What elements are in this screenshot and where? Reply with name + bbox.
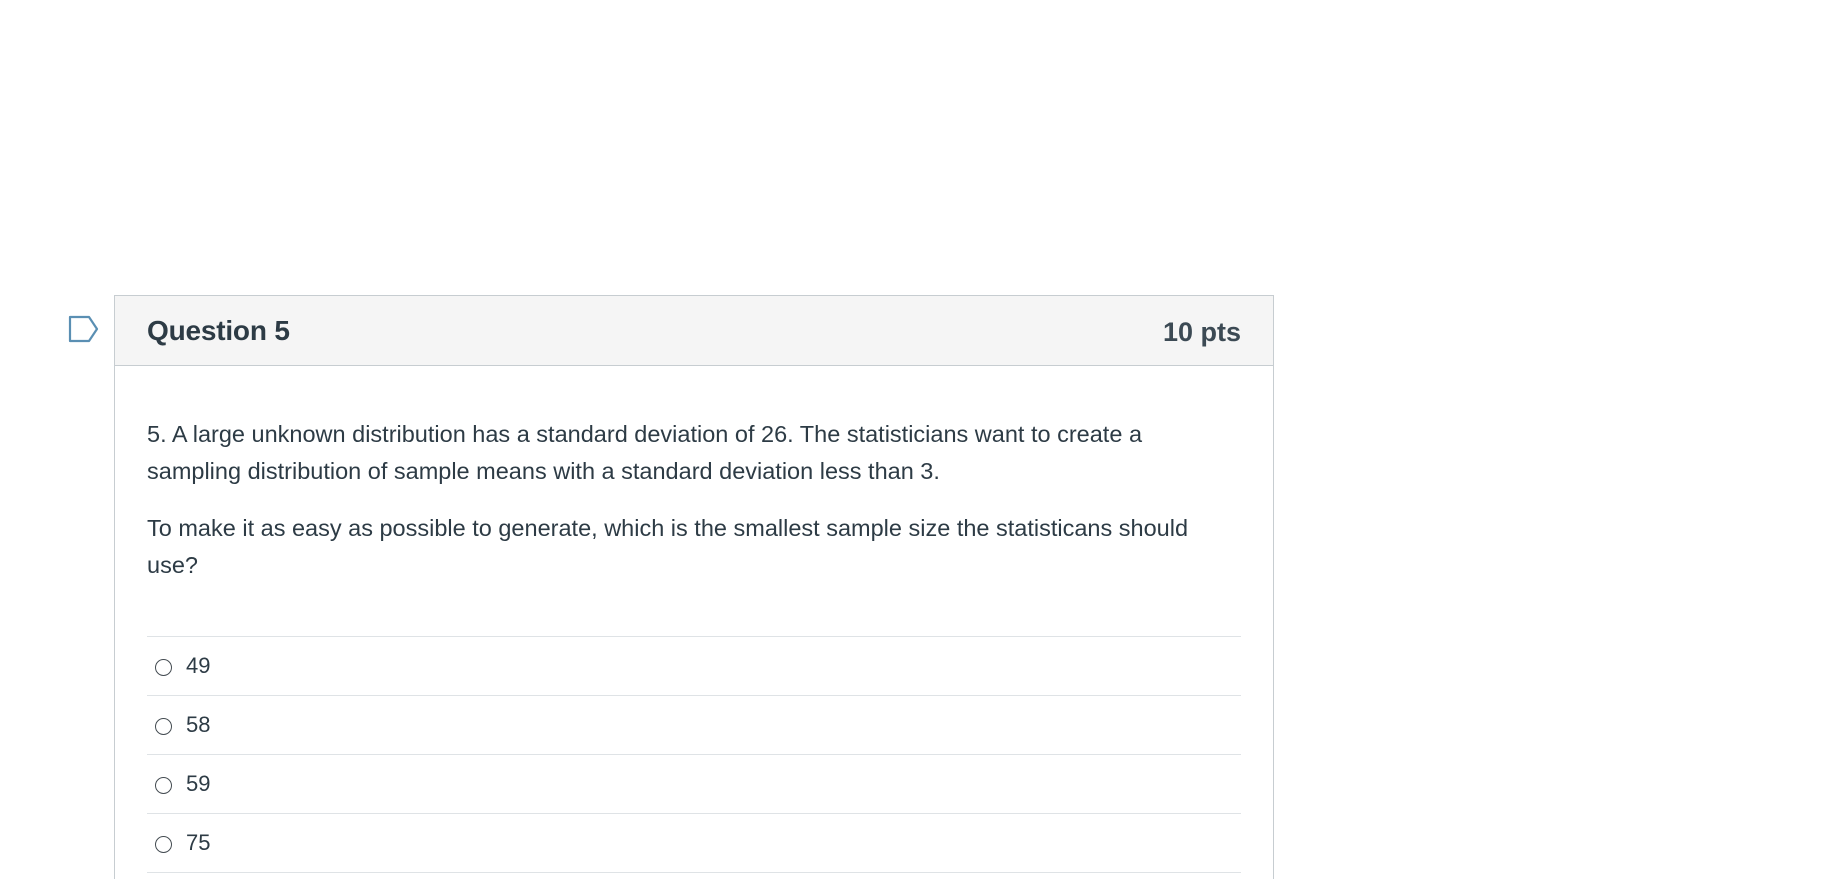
question-title: Question 5 bbox=[147, 314, 290, 346]
answer-label: 59 bbox=[186, 771, 211, 796]
answer-option[interactable]: 75 bbox=[147, 814, 1241, 873]
question-points: 10 pts bbox=[1162, 317, 1241, 347]
flag-question-icon[interactable] bbox=[68, 315, 100, 343]
answer-label: 49 bbox=[186, 653, 211, 678]
quiz-page: Question 5 10 pts 5. A large unknown dis… bbox=[0, 0, 1843, 879]
answer-option[interactable]: 49 bbox=[147, 637, 1241, 696]
answer-option[interactable]: 58 bbox=[147, 696, 1241, 755]
question-body: 5. A large unknown distribution has a st… bbox=[115, 366, 1273, 873]
answer-list: 49 58 59 75 bbox=[147, 636, 1241, 873]
radio-unselected-icon[interactable] bbox=[155, 658, 172, 676]
question-text: 5. A large unknown distribution has a st… bbox=[147, 416, 1241, 584]
radio-unselected-icon[interactable] bbox=[155, 776, 172, 794]
answer-option[interactable]: 59 bbox=[147, 755, 1241, 814]
question-paragraph: To make it as easy as possible to genera… bbox=[147, 515, 1189, 578]
question-header: Question 5 10 pts bbox=[115, 296, 1273, 366]
question-card: Question 5 10 pts 5. A large unknown dis… bbox=[114, 295, 1274, 879]
answer-label: 58 bbox=[186, 712, 211, 737]
answer-label: 75 bbox=[186, 830, 211, 855]
radio-unselected-icon[interactable] bbox=[155, 835, 172, 853]
question-paragraph: 5. A large unknown distribution has a st… bbox=[147, 421, 1143, 484]
radio-unselected-icon[interactable] bbox=[155, 717, 172, 735]
